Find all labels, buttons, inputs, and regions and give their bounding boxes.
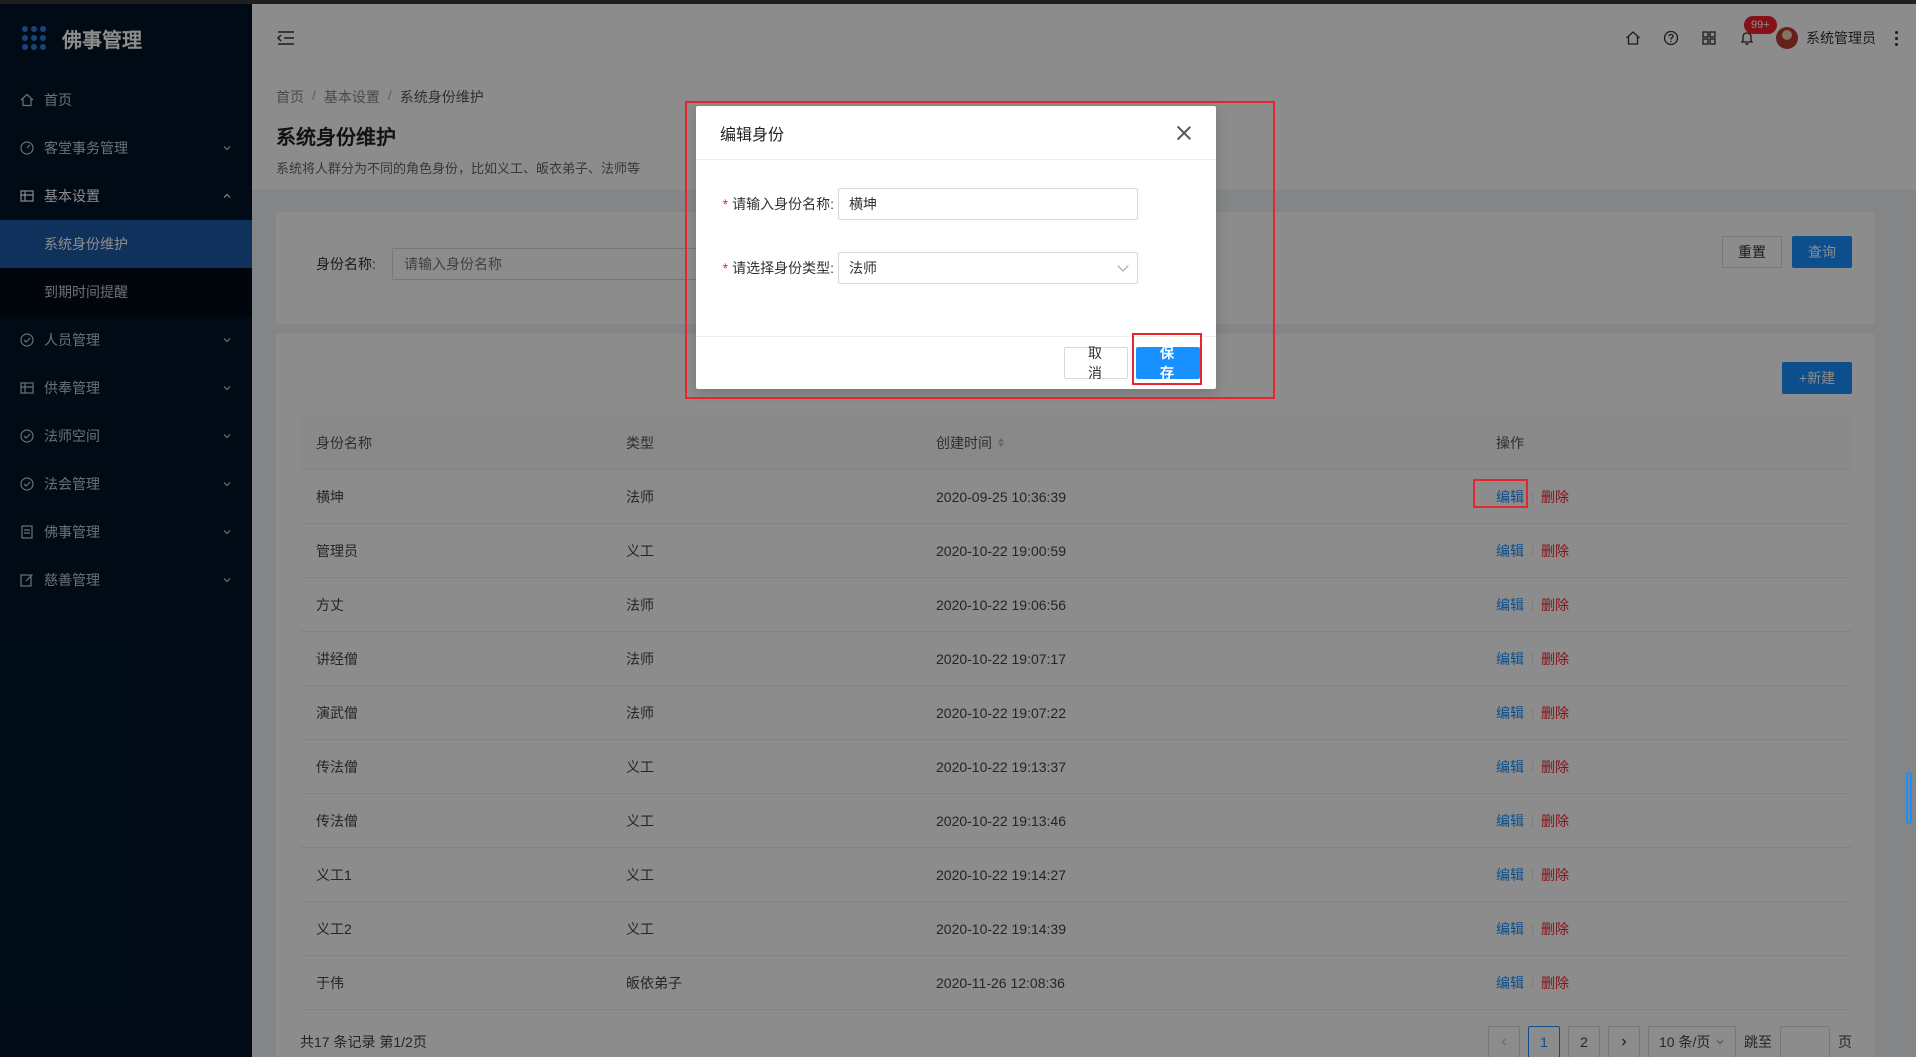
save-highlight-box [1132, 333, 1202, 385]
scrollbar-thumb[interactable] [1906, 772, 1912, 824]
edit-highlight-box [1473, 479, 1528, 508]
